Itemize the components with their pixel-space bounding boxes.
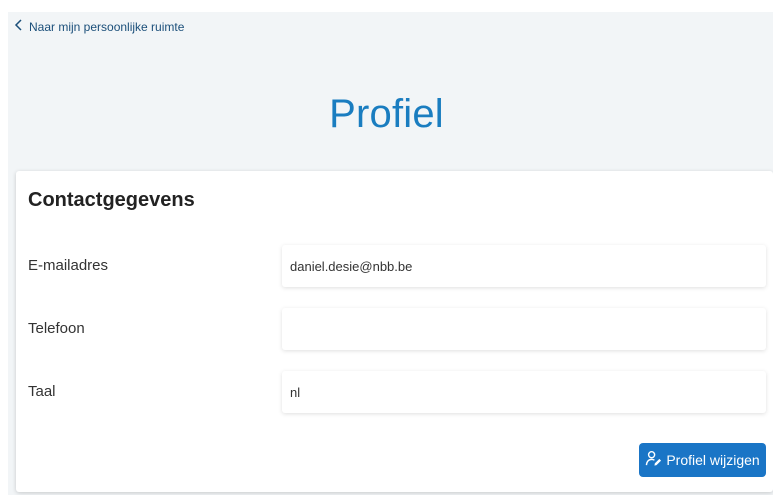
page-title: Profiel: [329, 92, 444, 136]
chevron-left-icon: [14, 19, 23, 34]
back-link-label[interactable]: Naar mijn persoonlijke ruimte: [29, 20, 184, 34]
email-field[interactable]: daniel.desie@nbb.be: [282, 245, 766, 287]
back-link[interactable]: Naar mijn persoonlijke ruimte: [14, 19, 184, 34]
language-field[interactable]: nl: [282, 371, 766, 413]
card-title: Contactgegevens: [28, 189, 195, 211]
user-edit-icon: [645, 450, 662, 470]
language-label: Taal: [28, 383, 56, 400]
email-label: E-mailadres: [28, 257, 109, 274]
phone-label: Telefoon: [28, 320, 85, 337]
edit-profile-button-label[interactable]: Profiel wijzigen: [666, 452, 759, 468]
phone-field[interactable]: [282, 308, 766, 350]
contact-card: Contactgegevens E-mailadres daniel.desie…: [16, 171, 773, 492]
edit-profile-button[interactable]: Profiel wijzigen: [639, 443, 766, 477]
